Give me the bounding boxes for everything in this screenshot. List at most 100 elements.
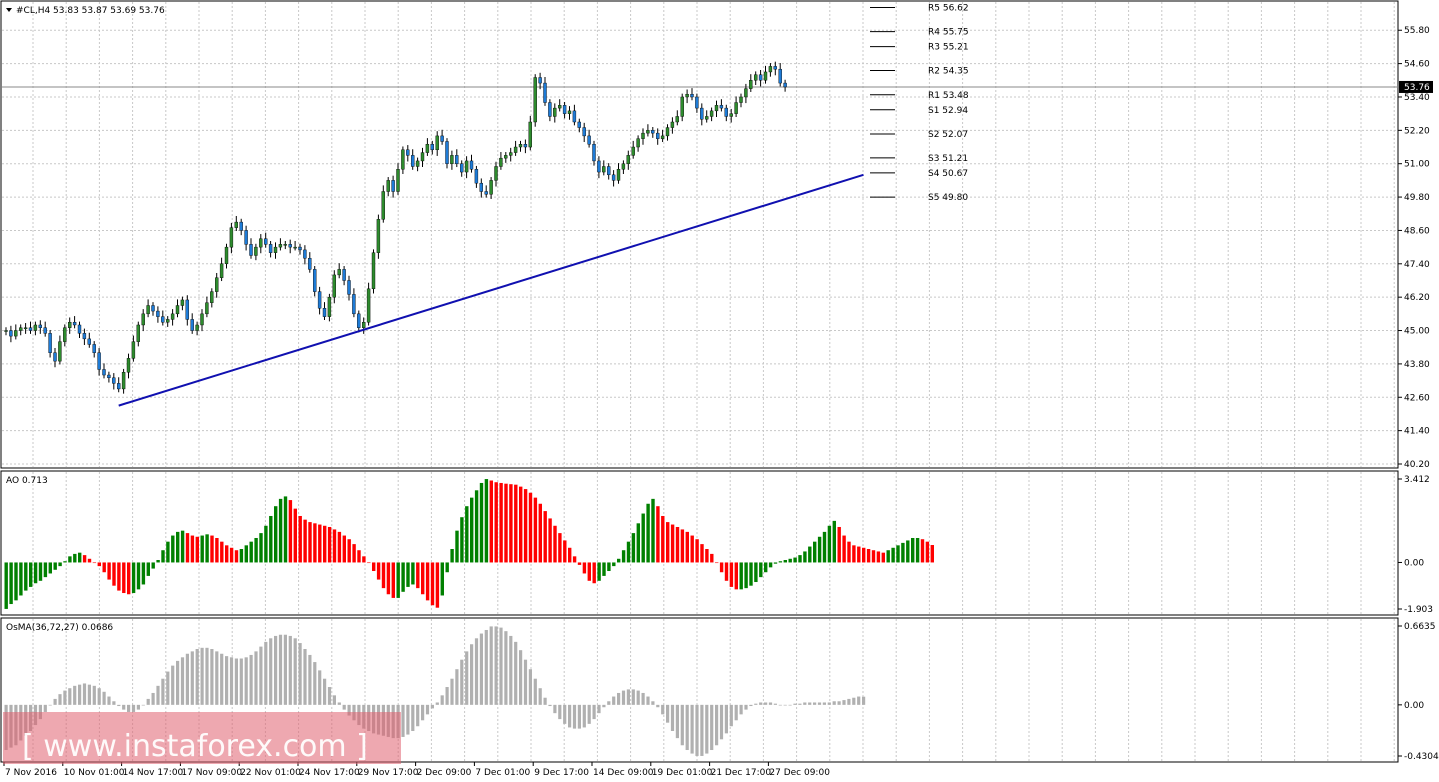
- ao-bar: [278, 498, 283, 563]
- osma-bar: [465, 651, 469, 705]
- ao-bar: [24, 562, 28, 591]
- ao-bar: [229, 547, 234, 563]
- ao-bar: [347, 539, 351, 563]
- ao-bar: [896, 545, 900, 563]
- y-axis-tick-label: 48.60: [1404, 226, 1430, 236]
- ao-bar: [131, 562, 136, 594]
- pivot-level-label: R2 54.35: [928, 67, 969, 77]
- candle-body: [685, 93, 689, 98]
- osma-bar: [651, 701, 655, 705]
- candle-body: [430, 144, 434, 151]
- osma-bar: [621, 690, 626, 705]
- candle-body: [719, 105, 724, 109]
- ao-bar: [911, 537, 915, 563]
- ao-bar: [117, 562, 121, 591]
- candle-body: [450, 155, 454, 164]
- candle-body: [244, 230, 248, 245]
- osma-bar: [695, 704, 699, 756]
- osma-bar: [602, 704, 606, 708]
- osma-bar: [568, 704, 572, 728]
- osma-bar: [435, 702, 439, 705]
- candle-body: [754, 74, 758, 81]
- ao-bar: [813, 541, 817, 563]
- osma-bar: [670, 704, 675, 731]
- candle-body: [239, 221, 243, 231]
- candle-body: [778, 68, 782, 84]
- osma-bar: [313, 662, 317, 705]
- osma-bar: [180, 657, 185, 705]
- osma-bar: [768, 702, 773, 705]
- ao-bar: [455, 530, 459, 563]
- y-axis-tick-label: 40.20: [1404, 460, 1430, 470]
- ao-bar: [778, 561, 783, 563]
- ao-bar: [372, 562, 376, 572]
- y-axis-tick-label: 42.60: [1404, 393, 1430, 403]
- osma-bar: [68, 688, 72, 705]
- ao-bar: [764, 562, 768, 573]
- osma-bar: [597, 704, 601, 714]
- candle-body: [660, 135, 665, 139]
- ao-bar: [308, 522, 312, 563]
- ao-bar: [274, 506, 278, 563]
- osma-bar: [538, 688, 542, 705]
- ao-bar: [107, 562, 111, 580]
- candle-body: [116, 383, 121, 390]
- ao-bar: [58, 562, 62, 567]
- candle-body: [23, 327, 28, 329]
- osma-bar: [185, 653, 189, 705]
- ao-bar: [670, 524, 675, 563]
- ao-bar: [141, 562, 146, 585]
- osma-bar: [724, 704, 728, 734]
- candle-body: [700, 107, 704, 120]
- osma-bar: [332, 695, 336, 705]
- osma-bar: [793, 703, 797, 705]
- ao-bar: [906, 540, 910, 563]
- ao-bar: [719, 562, 724, 573]
- candle-body: [558, 105, 562, 109]
- osma-bar: [323, 678, 327, 705]
- osma-bar: [43, 704, 47, 712]
- osma-bar: [822, 702, 826, 705]
- ao-bar: [474, 490, 479, 563]
- osma-bar: [264, 641, 268, 705]
- candle-body: [523, 144, 528, 148]
- ao-bar: [97, 562, 101, 567]
- candle-body: [87, 338, 92, 345]
- x-axis-tick-label: 22 Nov 01:00: [240, 768, 301, 778]
- osma-bar: [303, 648, 307, 705]
- osma-bar: [107, 696, 111, 705]
- ao-bar: [43, 562, 48, 578]
- candle-body: [136, 324, 141, 342]
- main-panel-frame: [0, 0, 1399, 469]
- candle-body: [4, 330, 8, 332]
- osma-bar: [161, 678, 165, 705]
- candle-body: [121, 372, 126, 390]
- candle-body: [479, 182, 483, 192]
- osma-bar: [514, 641, 518, 705]
- pivot-level-label: S3 51.21: [928, 154, 968, 164]
- ao-bar: [367, 562, 371, 564]
- ao-bar: [156, 560, 160, 563]
- osma-bar: [700, 704, 704, 756]
- osma-bar: [852, 697, 856, 705]
- pivot-level-label: R4 55.75: [928, 28, 969, 38]
- osma-bar: [421, 704, 425, 721]
- candle-body: [205, 302, 209, 315]
- ao-bar: [48, 562, 52, 574]
- osma-bar: [190, 651, 194, 705]
- x-axis-tick-label: 19 Dec 01:00: [652, 768, 713, 778]
- osma-bar: [509, 635, 513, 705]
- ao-bar: [122, 562, 126, 594]
- ao-bar: [176, 531, 180, 563]
- osma-bar: [827, 702, 831, 705]
- ao-bar: [68, 556, 72, 563]
- time-axis: 7 Nov 2016 10 Nov 01:0014 Nov 17:0017 Nov…: [3, 762, 830, 778]
- osma-bar: [484, 629, 488, 705]
- osma-bar: [53, 698, 57, 705]
- osma-bar: [788, 704, 792, 706]
- y-axis-tick-label: 0.00: [1404, 701, 1424, 711]
- osma-bar: [195, 648, 199, 705]
- osma-bar: [729, 704, 733, 727]
- ao-bar: [592, 562, 596, 584]
- osma-bar: [239, 658, 243, 705]
